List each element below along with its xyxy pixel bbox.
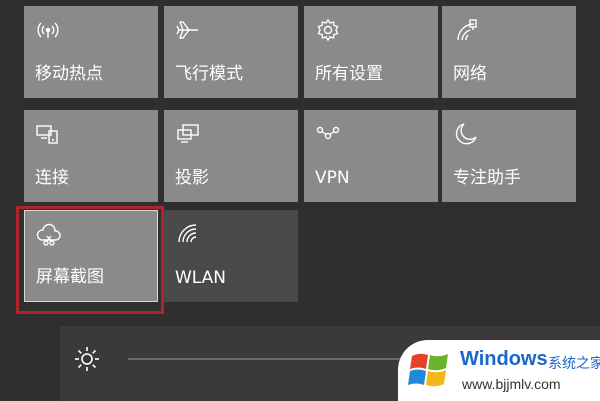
tile-connect[interactable]: 连接 xyxy=(24,110,158,202)
windows-logo-icon xyxy=(408,348,454,392)
tile-label: 网络 xyxy=(453,64,487,84)
tile-label: WLAN xyxy=(175,268,227,288)
tile-all-settings[interactable]: 所有设置 xyxy=(304,6,438,98)
gear-icon xyxy=(314,16,342,44)
tile-label: 屏幕截图 xyxy=(36,267,104,287)
screen-snip-icon xyxy=(35,221,63,249)
watermark-url: www.bjjmlv.com xyxy=(462,376,561,392)
tile-wlan[interactable]: WLAN xyxy=(164,210,298,302)
tile-label: 连接 xyxy=(35,168,69,188)
watermark-subtitle: 系统之家 xyxy=(548,356,600,372)
action-center-quick-actions: 移动热点 飞行模式 所有设置 网络 连接 投影 VPN 专注助手 屏幕截图 WL… xyxy=(0,0,600,401)
tile-screen-snip[interactable]: 屏幕截图 xyxy=(24,210,158,302)
sun-icon xyxy=(72,344,102,374)
airplane-icon xyxy=(174,16,202,44)
tile-label: 投影 xyxy=(175,168,209,188)
watermark: Windows 系统之家 www.bjjmlv.com xyxy=(398,340,600,401)
tile-label: 所有设置 xyxy=(315,64,383,84)
tile-project[interactable]: 投影 xyxy=(164,110,298,202)
network-icon xyxy=(452,16,480,44)
tile-focus-assist[interactable]: 专注助手 xyxy=(442,110,576,202)
tile-label: 飞行模式 xyxy=(175,64,243,84)
tile-airplane-mode[interactable]: 飞行模式 xyxy=(164,6,298,98)
tile-network[interactable]: 网络 xyxy=(442,6,576,98)
tile-mobile-hotspot[interactable]: 移动热点 xyxy=(24,6,158,98)
mobile-hotspot-icon xyxy=(34,16,62,44)
project-icon xyxy=(174,120,202,148)
tile-label: VPN xyxy=(315,168,350,188)
watermark-title: Windows xyxy=(460,348,548,370)
moon-icon xyxy=(452,120,480,148)
vpn-icon xyxy=(314,120,342,148)
wifi-icon xyxy=(174,220,202,248)
tile-label: 移动热点 xyxy=(35,64,103,84)
tile-vpn[interactable]: VPN xyxy=(304,110,438,202)
tile-label: 专注助手 xyxy=(453,168,521,188)
connect-icon xyxy=(34,120,62,148)
